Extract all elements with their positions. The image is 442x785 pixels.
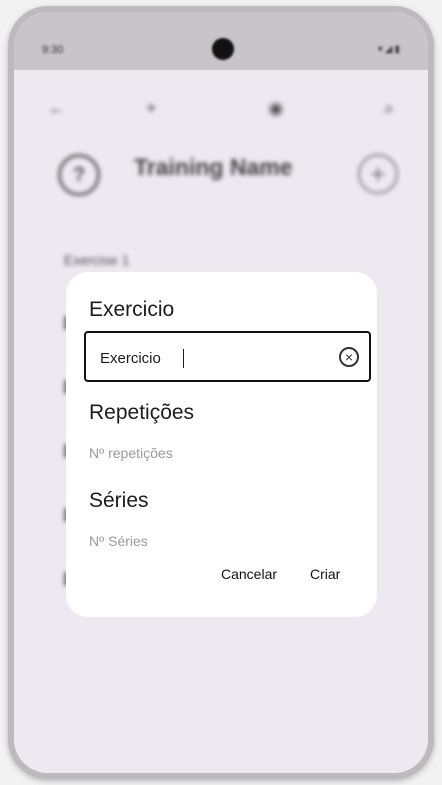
sets-heading: Séries <box>89 489 149 512</box>
create-exercise-dialog: Exercicio × Repetições Nº repetições Sér… <box>66 272 377 617</box>
reps-field[interactable]: Nº repetições <box>89 445 173 461</box>
exercise-heading: Exercicio <box>89 298 175 321</box>
sets-field[interactable]: Nº Séries <box>89 533 148 549</box>
status-icons: ▾◢▮ <box>377 44 402 55</box>
camera-cutout <box>212 38 234 60</box>
exercise-field[interactable]: × <box>84 331 371 382</box>
reps-heading: Repetições <box>89 401 195 424</box>
clear-circle-icon[interactable]: × <box>339 347 359 367</box>
status-time: 9:30 <box>42 44 64 56</box>
text-cursor <box>183 349 184 368</box>
create-button[interactable]: Criar <box>310 566 340 582</box>
cancel-button[interactable]: Cancelar <box>221 566 277 582</box>
exercise-input[interactable] <box>100 350 320 367</box>
status-bar: 9:30 ▾◢▮ <box>14 12 428 70</box>
